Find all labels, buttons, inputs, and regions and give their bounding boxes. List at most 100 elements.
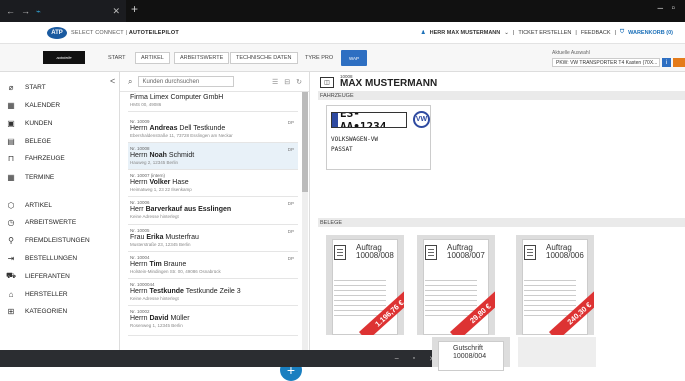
sidebar-item-bestellungen[interactable]: ⇥ BESTELLUNGEN	[0, 251, 120, 265]
list-item[interactable]: Nr. 10007 (intern) Herrn Volker Hase Heima…	[128, 170, 298, 197]
list-item[interactable]: Nr. 10006 Herr Barverkauf aus Esslingen Ke…	[128, 197, 298, 225]
app-name: SELECT CONNECT | AUTOTEILEPILOT	[71, 30, 179, 36]
last-name: Hase	[172, 179, 189, 186]
cart-link[interactable]: WARENKORB (0)	[628, 30, 673, 36]
list-scrollbar-thumb[interactable]	[302, 92, 308, 192]
close-tab-icon[interactable]: ✕	[112, 6, 120, 17]
section-documents: BELEGE	[318, 218, 685, 227]
vehicle-card[interactable]: ES-AA•1234 VW VOLKSWAGEN-VW PASSAT	[326, 105, 431, 170]
truck-icon: ⛟	[5, 271, 17, 280]
list-item[interactable]: Nr. 10004 Herrn Tim Braune Holstein-Mindin…	[128, 252, 298, 279]
document-type: Gutschrift	[453, 345, 483, 352]
sidebar: < ⌀ START ▦ KALENDER ▣ KUNDEN ▤ BELEGE ⊓ FAHRZEUG…	[0, 72, 120, 367]
list-item[interactable]: Nr. 10005 Frau Erika Musterfrau Musterstra…	[128, 225, 298, 252]
ticket-link[interactable]: TICKET ERSTELLEN	[518, 30, 571, 36]
sidebar-item-kalender[interactable]: ▦ KALENDER	[0, 98, 120, 112]
list-item[interactable]: Nr. 10009 Herrn Andreas Dell Testkunde Ebe…	[128, 116, 298, 143]
dp-badge: DP	[287, 256, 294, 261]
salutation: Herrn	[130, 315, 150, 322]
factory-icon: ⌂	[8, 289, 14, 299]
sidebar-item-arbeitswerte[interactable]: ◷ ARBEITSWERTE	[0, 215, 120, 229]
brand-logo: autoteile	[43, 51, 85, 64]
list-item[interactable]: Firma Limex Computer GmbH HMS 00, 49086	[128, 90, 298, 112]
customer-list-name: Firma Limex Computer GmbH	[130, 94, 296, 101]
forward-arrow-icon[interactable]: →	[21, 6, 30, 16]
taskbar-window: – ▫ ✕	[0, 350, 441, 367]
document-card[interactable]: Auftrag 10008/008 1.196,76 €	[326, 235, 404, 335]
vehicle-model: PASSAT	[331, 146, 353, 153]
last-name: Braune	[163, 261, 187, 268]
tab-artikel[interactable]: ARTIKEL	[135, 52, 170, 64]
first-name: Tim	[149, 261, 162, 268]
list-view-icon[interactable]: ☰	[272, 78, 278, 86]
sidebar-item-label: FAHRZEUGE	[25, 154, 65, 162]
sidebar-item-label: START	[25, 83, 46, 91]
sidebar-item-termine[interactable]: ▦ TERMINE	[0, 170, 120, 184]
detail-header: ◫ 10008 MAX MUSTERMANN	[312, 72, 685, 92]
refresh-icon[interactable]: ↻	[296, 78, 302, 86]
sidebar-item-kunden[interactable]: ▣ KUNDEN	[0, 116, 120, 130]
first-name: David	[149, 315, 169, 322]
sidebar-item-artikel[interactable]: ⬡ ARTIKEL	[0, 198, 120, 212]
wap-button[interactable]: WAP	[341, 50, 367, 66]
sidebar-item-label: KALENDER	[25, 101, 61, 109]
sidebar-item-label: FREMDLEISTUNGEN	[25, 236, 90, 244]
last-name: Testkunde Zeile 3	[185, 288, 241, 295]
sidebar-item-label: BELEGE	[25, 137, 52, 145]
tab-arbeitswerte[interactable]: ARBEITSWERTE	[174, 52, 230, 64]
document-icon: ▤	[7, 136, 15, 146]
sidebar-item-belege[interactable]: ▤ BELEGE	[0, 134, 120, 148]
sidebar-item-kategorien[interactable]: ⊞ KATEGORIEN	[0, 304, 120, 318]
sidebar-item-hersteller[interactable]: ⌂ HERSTELLER	[0, 287, 120, 301]
sidebar-item-start[interactable]: ⌀ START	[0, 80, 120, 94]
sidebar-item-lieferanten[interactable]: ⛟ LIEFERANTEN	[0, 269, 120, 283]
back-arrow-icon[interactable]: ←	[6, 6, 15, 16]
list-item[interactable]: Nr. 10008 Herrn Noah Schmidt Hauweg 2, 123…	[128, 143, 298, 170]
sidebar-item-label: LIEFERANTEN	[25, 272, 70, 280]
customer-nr: Nr. 10004	[130, 255, 150, 260]
tab-tyre-pro[interactable]: TYRE PRO	[300, 52, 338, 64]
new-tab-icon[interactable]: +	[131, 2, 138, 16]
document-card[interactable]: Auftrag 10008/006 240,30 €	[516, 235, 594, 335]
action-button[interactable]	[673, 58, 685, 67]
salutation: Herrn	[130, 261, 150, 268]
first-name: Andreas	[149, 125, 178, 132]
feedback-link[interactable]: FEEDBACK	[581, 30, 611, 36]
tab-start[interactable]: START	[103, 52, 131, 64]
browser-tab[interactable]: ← → ⌁ ✕	[0, 0, 126, 22]
grid-view-icon[interactable]: ⊟	[284, 78, 290, 86]
search-bar: ⌕ Kunden durchsuchen ☰ ⊟ ↻	[120, 72, 309, 92]
list-item[interactable]: Nr. 1000044 Herrn Testkunde Testkunde Zei…	[128, 279, 298, 306]
document-number: 10008/006	[546, 251, 584, 260]
document-icon	[524, 245, 536, 260]
window-minimize-icon[interactable]: –	[395, 355, 399, 362]
vehicle-select[interactable]: PKW: VW TRANSPORTER T4 Kasten (70X...	[552, 58, 660, 67]
salutation: Firma Limex Computer GmbH	[130, 94, 224, 101]
list-item[interactable]: Nr. 10002 Herrn David Müller Rosenweg 1, 1…	[128, 306, 298, 336]
document-card[interactable]: Gutschrift 10008/004	[432, 337, 510, 371]
first-name: Noah	[149, 152, 167, 159]
separator: |	[575, 29, 577, 36]
wrench-icon: ⚲	[8, 235, 14, 245]
sidebar-item-fahrzeuge[interactable]: ⊓ FAHRZEUGE	[0, 151, 120, 165]
window-minimize-icon[interactable]: – ▫	[658, 3, 675, 14]
customer-address: Hauweg 2, 12345 Berlin	[130, 160, 179, 165]
document-card[interactable]: Auftrag 10008/007 29,80 €	[417, 235, 495, 335]
salutation: Herrn	[130, 152, 150, 159]
customer-list-name: Herrn David Müller	[130, 315, 296, 322]
license-plate: ES-AA•1234	[331, 112, 407, 128]
user-menu[interactable]: HERR MAX MUSTERMANN	[430, 30, 501, 36]
customer-address: Rosenweg 1, 12345 Berlin	[130, 323, 183, 328]
info-button[interactable]: i	[662, 58, 671, 67]
document-card-placeholder	[518, 337, 596, 367]
customer-nr: Nr. 10008	[130, 146, 150, 151]
tab-technische-daten[interactable]: TECHNISCHE DATEN	[230, 52, 298, 64]
search-input[interactable]: Kunden durchsuchen	[138, 76, 235, 87]
window-maximize-icon[interactable]: ▫	[413, 355, 415, 362]
dp-badge: DP	[287, 120, 294, 125]
contact-card-icon: ▣	[7, 118, 15, 128]
sidebar-item-fremdleistungen[interactable]: ⚲ FREMDLEISTUNGEN	[0, 233, 120, 247]
first-name: Volker	[149, 179, 171, 186]
document-number: 10008/007	[447, 251, 485, 260]
chevron-down-icon[interactable]: ⌄	[504, 30, 509, 36]
